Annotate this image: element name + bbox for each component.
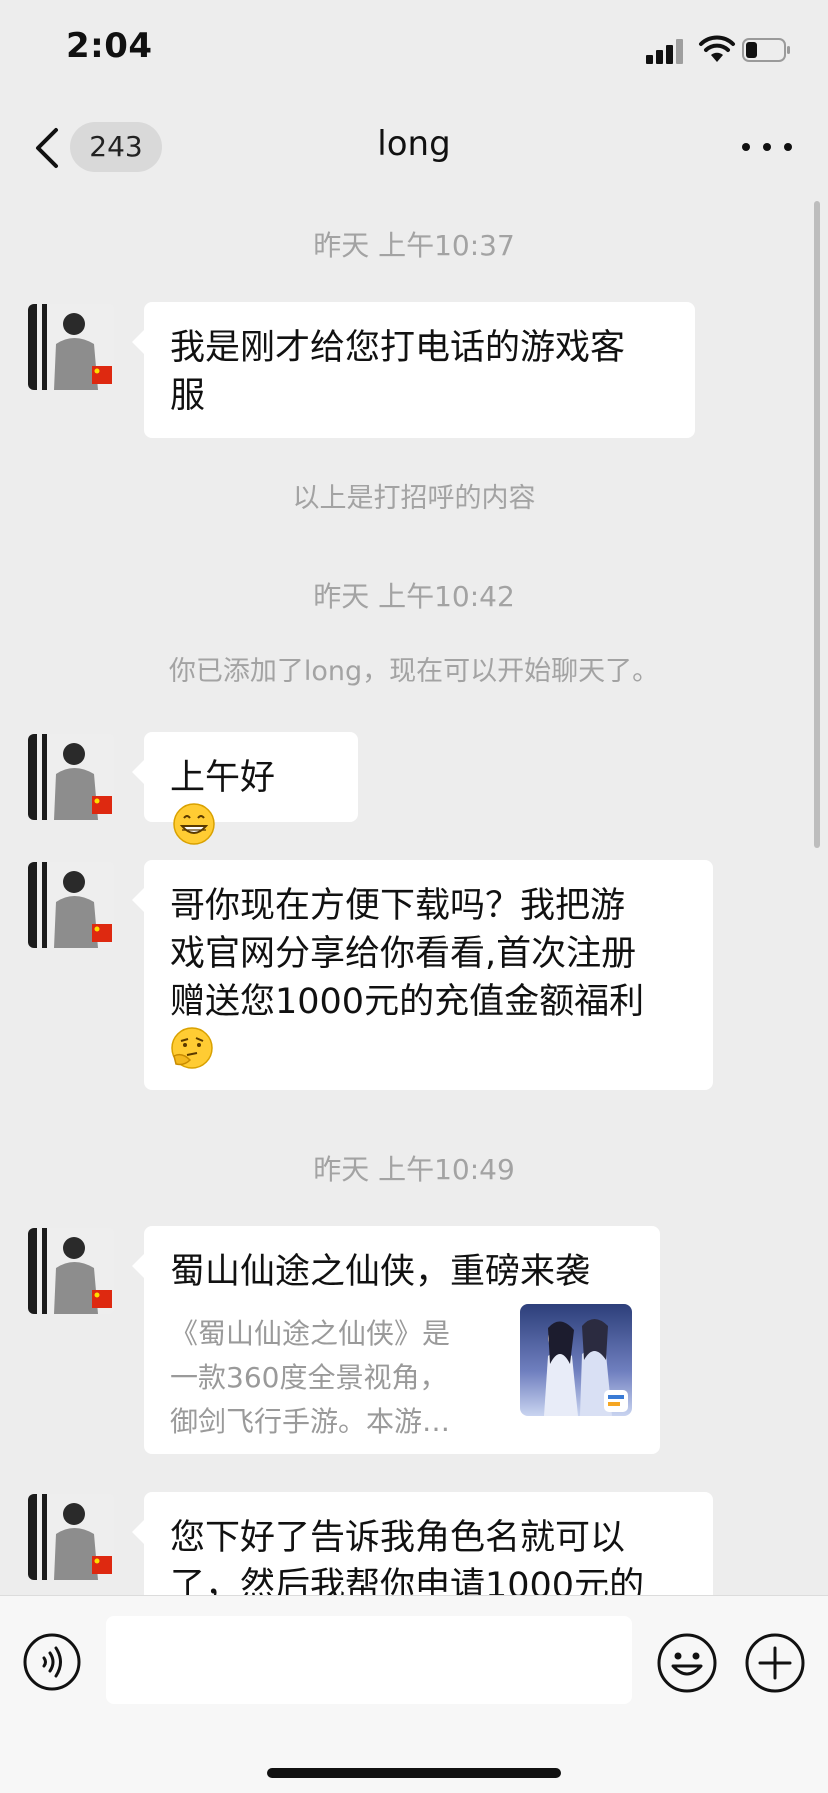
avatar[interactable] <box>28 1494 114 1580</box>
status-time: 2:04 <box>66 26 153 66</box>
system-message: 以上是打招呼的内容 <box>292 483 536 514</box>
message-line: 了，然后我帮你申请1000元的 <box>170 1566 645 1595</box>
avatar-image <box>28 734 114 820</box>
avatar[interactable] <box>28 734 114 820</box>
message-bubble[interactable]: 您下好了告诉我角色名就可以 了，然后我帮你申请1000元的 <box>132 1492 713 1595</box>
avatar[interactable] <box>28 1228 114 1314</box>
grin-emoji-icon <box>173 803 215 845</box>
emoji-picker-icon[interactable] <box>656 1632 718 1694</box>
battery-icon <box>742 38 790 62</box>
voice-input-icon[interactable] <box>22 1632 82 1692</box>
link-card-message[interactable]: 蜀山仙途之仙侠，重磅来袭 《蜀山仙途之仙侠》是 一款360度全景视角， 御剑飞行… <box>132 1226 660 1454</box>
message-line: 戏官网分享给你看看,首次注册 <box>170 934 637 974</box>
message-line: 赠送您1000元的充值金额福利 <box>170 982 645 1022</box>
avatar-image <box>28 862 114 948</box>
message-line: 哥你现在方便下载吗？我把游 <box>170 886 626 926</box>
system-message: 你已添加了long，现在可以开始聊天了。 <box>168 656 660 687</box>
message-line: 您下好了告诉我角色名就可以 <box>170 1518 626 1558</box>
home-indicator[interactable] <box>267 1768 561 1778</box>
cellular-signal-icon <box>646 38 686 64</box>
message-bubble[interactable]: 哥你现在方便下载吗？我把游 戏官网分享给你看看,首次注册 赠送您1000元的充值… <box>132 860 713 1090</box>
avatar[interactable] <box>28 304 114 390</box>
link-card-title: 蜀山仙途之仙侠，重磅来袭 <box>170 1252 591 1292</box>
chat-nav-bar: 243 long <box>0 100 828 194</box>
message-input-bar <box>0 1595 828 1793</box>
avatar-image <box>28 304 114 390</box>
avatar-image <box>28 1494 114 1580</box>
timestamp: 昨天 上午10:37 <box>313 229 515 262</box>
avatar-image <box>28 1228 114 1314</box>
more-options-icon[interactable] <box>742 140 792 154</box>
wifi-icon <box>699 35 735 62</box>
message-bubble[interactable]: 我是刚才给您打电话的游戏客 服 <box>132 302 695 438</box>
timestamp: 昨天 上午10:42 <box>313 580 515 613</box>
chat-message-list[interactable]: 昨天 上午10:37 我是刚才给您打电话的游戏客 服 以上是打招呼的内容 昨天 … <box>0 194 828 1595</box>
message-text-input[interactable] <box>106 1616 632 1704</box>
avatar[interactable] <box>28 862 114 948</box>
link-card-desc-line: 御剑飞行手游。本游… <box>170 1405 451 1438</box>
scrollbar[interactable] <box>814 201 820 848</box>
link-card-thumbnail <box>520 1304 632 1416</box>
message-line: 我是刚才给您打电话的游戏客 <box>170 328 626 368</box>
link-card-desc-line: 《蜀山仙途之仙侠》是 <box>170 1317 451 1350</box>
message-text: 上午好 <box>170 758 276 798</box>
message-line: 服 <box>170 376 206 416</box>
thinking-emoji-icon <box>171 1027 213 1069</box>
add-attachment-icon[interactable] <box>744 1632 806 1694</box>
link-card-desc-line: 一款360度全景视角， <box>170 1361 448 1394</box>
link-card-description: 《蜀山仙途之仙侠》是 一款360度全景视角， 御剑飞行手游。本游… <box>170 1312 480 1444</box>
status-bar: 2:04 <box>0 0 828 100</box>
timestamp: 昨天 上午10:49 <box>313 1153 515 1186</box>
game-art-image <box>520 1304 632 1416</box>
message-bubble[interactable]: 上午好 <box>132 732 358 845</box>
chat-title: long <box>377 124 451 164</box>
